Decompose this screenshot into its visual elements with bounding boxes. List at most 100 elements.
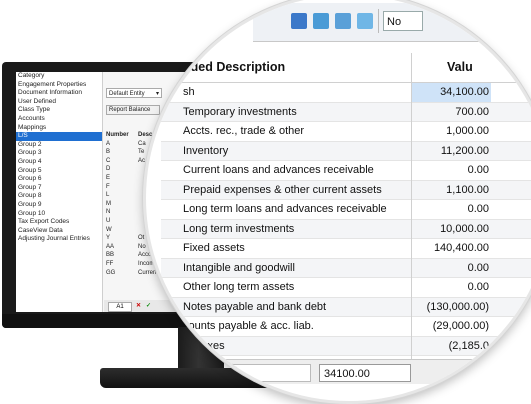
toolbar: No [253,3,531,42]
sidebar-item[interactable]: Group 10 [16,210,102,219]
sidebar-item[interactable]: User Defined [16,98,102,107]
hierarchy-icon[interactable] [335,13,351,29]
grid-row[interactable]: Notes payable and bank debt (130,000.00) [161,297,531,317]
cancel-icon[interactable]: ✕ [136,300,141,312]
grid-row[interactable]: Prepaid expenses & other current assets 1… [161,180,531,200]
row-number: C [106,157,111,164]
sidebar-item[interactable]: Group 3 [16,149,102,158]
entity-select-value: Default Entity [109,91,145,97]
row-number: M [106,200,111,207]
sidebar-item[interactable]: L/S [16,132,102,141]
grid-row[interactable]: Other long term assets 0.00 [161,278,531,298]
row-value[interactable]: 0.00 [411,258,491,277]
row-description: Current loans and advances receivable [183,164,374,176]
row-number: Y [106,235,111,242]
sidebar-item[interactable]: Tax Export Codes [16,218,102,227]
sidebar-item[interactable]: Group 9 [16,201,102,210]
row-number: B [106,149,111,156]
row-description: Fixed assets [183,242,245,254]
sidebar-item[interactable]: Category [16,72,102,81]
row-number: N [106,209,111,216]
row-value[interactable]: 140,400.00 [411,239,491,258]
grid-row[interactable]: Fixed assets 140,400.00 [161,239,531,259]
grid-row[interactable]: Inventory 11,200.00 [161,141,531,161]
row-value[interactable]: 700.00 [411,102,491,121]
row-number: E [106,174,111,181]
toolbar-divider [378,9,379,33]
sidebar-item[interactable]: CaseView Data [16,227,102,236]
grid-row[interactable]: ne taxes (2,185.0 [161,336,531,356]
sidebar-item[interactable]: Adjusting Journal Entries [16,235,102,244]
balance-grid: nded Description Valu sh 34,100.00 Tempora… [161,53,531,376]
grid-row[interactable]: sh 34,100.00 [161,83,531,103]
row-description: Notes payable and bank debt [183,300,327,313]
row-value[interactable]: 1,000.00 [411,122,491,141]
sidebar-item[interactable]: Group 4 [16,158,102,167]
sidebar-nav: Category Engagement Properties Document In… [16,72,103,312]
row-description: ne taxes [183,339,225,352]
sidebar-item[interactable]: Group 8 [16,192,102,201]
row-value[interactable]: (130,000.00) [411,297,491,316]
row-description: counts payable & acc. liab. [183,320,314,332]
sidebar-item[interactable]: Engagement Properties [16,81,102,90]
row-description: Accts. rec., trade & other [183,125,305,137]
row-number: L [106,192,110,199]
row-value[interactable]: 0.00 [411,200,491,219]
sync-icon[interactable] [313,13,329,29]
row-description: Intangible and goodwill [183,261,295,274]
row-number: D [106,166,111,173]
grid-row[interactable]: Temporary investments 700.00 [161,102,531,122]
row-number: W [106,226,112,233]
row-description: Other long term assets [183,281,295,293]
row-value[interactable]: 10,000.00 [411,219,491,238]
refresh-icon[interactable] [357,13,373,29]
bottom-bar: 34100.00 [161,359,531,384]
row-number: AA [106,243,115,250]
sidebar-item[interactable]: Accounts [16,115,102,124]
row-value[interactable]: 0.00 [411,161,491,180]
value-input[interactable]: 34100.00 [319,364,411,382]
cell-ref[interactable]: A1 [108,302,132,312]
grid-row[interactable]: Accts. rec., trade & other 1,000.00 [161,122,531,142]
grid-row[interactable]: counts payable & acc. liab. (29,000.00) [161,317,531,337]
col-value-header: Valu [447,60,473,74]
grid-row[interactable]: Long term investments 10,000.00 [161,219,531,239]
download-icon[interactable] [291,13,307,29]
row-number: GG [106,269,116,276]
row-number: FF [106,260,114,267]
grid-row[interactable]: Long term loans and advances receivable 0… [161,200,531,220]
col-description-header: nded Description [183,60,286,74]
sidebar-item[interactable]: Group 6 [16,175,102,184]
sidebar-item[interactable]: Document Information [16,89,102,98]
row-value[interactable]: (29,000.00) [411,317,491,336]
row-description: sh [183,86,195,98]
row-description: Temporary investments [183,105,297,118]
col-number-header: Number [106,132,129,138]
grid-header: nded Description Valu [161,53,531,83]
row-number: BB [106,252,115,259]
toolbar-input[interactable]: No [383,11,423,31]
row-number: U [106,217,111,224]
row-description: Long term loans and advances receivable [183,203,387,215]
row-description: Prepaid expenses & other current assets [183,183,382,196]
bottom-cell-ref[interactable] [161,364,311,382]
column-divider [411,53,412,368]
row-number: F [106,183,110,190]
row-value[interactable]: 34,100.00 [411,83,491,102]
row-number: A [106,140,111,147]
magnifier-lens: No nded Description Valu sh 34,100.00 Temp… [143,0,531,404]
sidebar-item[interactable]: Group 5 [16,167,102,176]
sidebar-item[interactable]: Class Type [16,106,102,115]
sidebar-item[interactable]: Group 2 [16,141,102,150]
magnified-view: No nded Description Valu sh 34,100.00 Temp… [146,3,531,401]
row-value[interactable]: 0.00 [411,278,491,297]
row-value[interactable]: 1,100.00 [411,180,491,199]
grid-row[interactable]: Current loans and advances receivable 0.0… [161,161,531,181]
row-value[interactable]: (2,185.0 [411,336,491,355]
row-value[interactable]: 11,200.00 [411,141,491,160]
row-description: Long term investments [183,222,295,235]
sidebar-item[interactable]: Mappings [16,124,102,133]
sidebar-item[interactable]: Group 7 [16,184,102,193]
row-description: Inventory [183,144,229,157]
grid-row[interactable]: Intangible and goodwill 0.00 [161,258,531,278]
